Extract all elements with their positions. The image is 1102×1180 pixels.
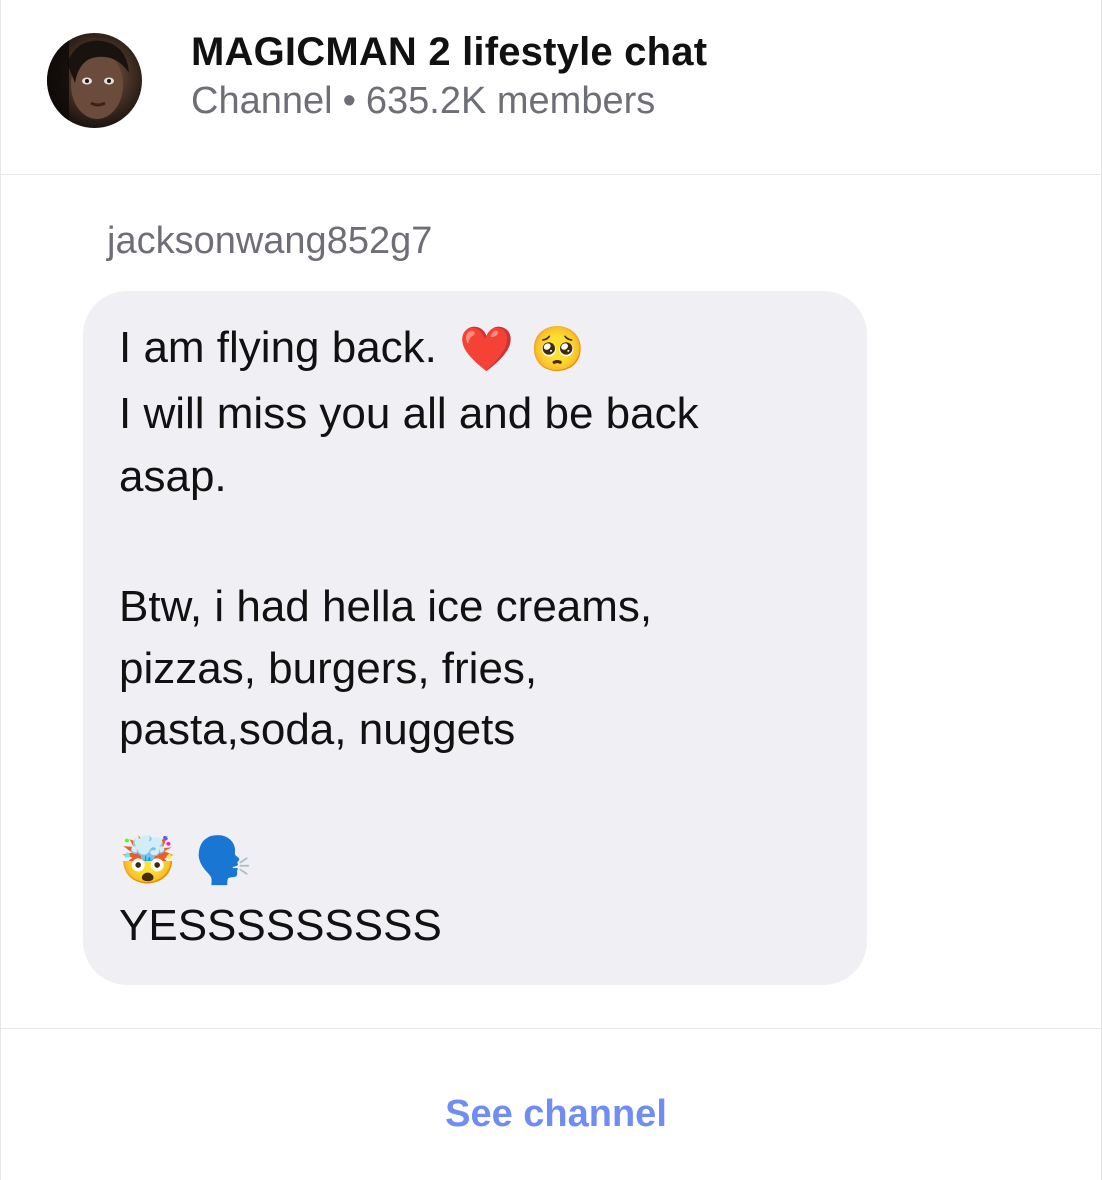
footer-divider bbox=[1, 1028, 1102, 1029]
message-line: I am flying back. ❤️ 🥺 bbox=[119, 318, 585, 380]
channel-preview-card: MAGICMAN 2 lifestyle chat Channel • 635.2K… bbox=[0, 0, 1102, 1180]
channel-meta: Channel • 635.2K members bbox=[191, 80, 655, 123]
message-text: I am flying back. bbox=[119, 323, 437, 372]
message-line: asap. bbox=[119, 452, 227, 501]
message-line: YESSSSSSSSS bbox=[119, 901, 442, 950]
message-line: Btw, i had hella ice creams, bbox=[119, 582, 653, 631]
see-channel-button[interactable]: See channel bbox=[1, 1093, 1102, 1136]
speaking-head-icon: 🗣️ bbox=[194, 833, 252, 888]
channel-title: MAGICMAN 2 lifestyle chat bbox=[191, 30, 708, 74]
message-sender[interactable]: jacksonwang852g7 bbox=[107, 220, 432, 263]
message-line: I will miss you all and be back bbox=[119, 389, 699, 438]
channel-type: Channel bbox=[191, 80, 333, 122]
avatar-portrait-icon bbox=[47, 33, 129, 128]
meta-separator: • bbox=[342, 80, 356, 122]
message-line: pasta,soda, nuggets bbox=[119, 705, 516, 754]
emoji-line: 🤯 🗣️ bbox=[119, 828, 252, 890]
member-count: 635.2K members bbox=[365, 80, 656, 122]
channel-header[interactable]: MAGICMAN 2 lifestyle chat Channel • 635.2K… bbox=[1, 0, 1102, 175]
pleading-face-icon: 🥺 bbox=[530, 324, 585, 376]
channel-avatar[interactable] bbox=[47, 33, 142, 128]
message-line: pizzas, burgers, fries, bbox=[119, 644, 538, 693]
mind-blown-icon: 🤯 bbox=[119, 833, 177, 888]
heart-icon: ❤️ bbox=[459, 324, 514, 376]
